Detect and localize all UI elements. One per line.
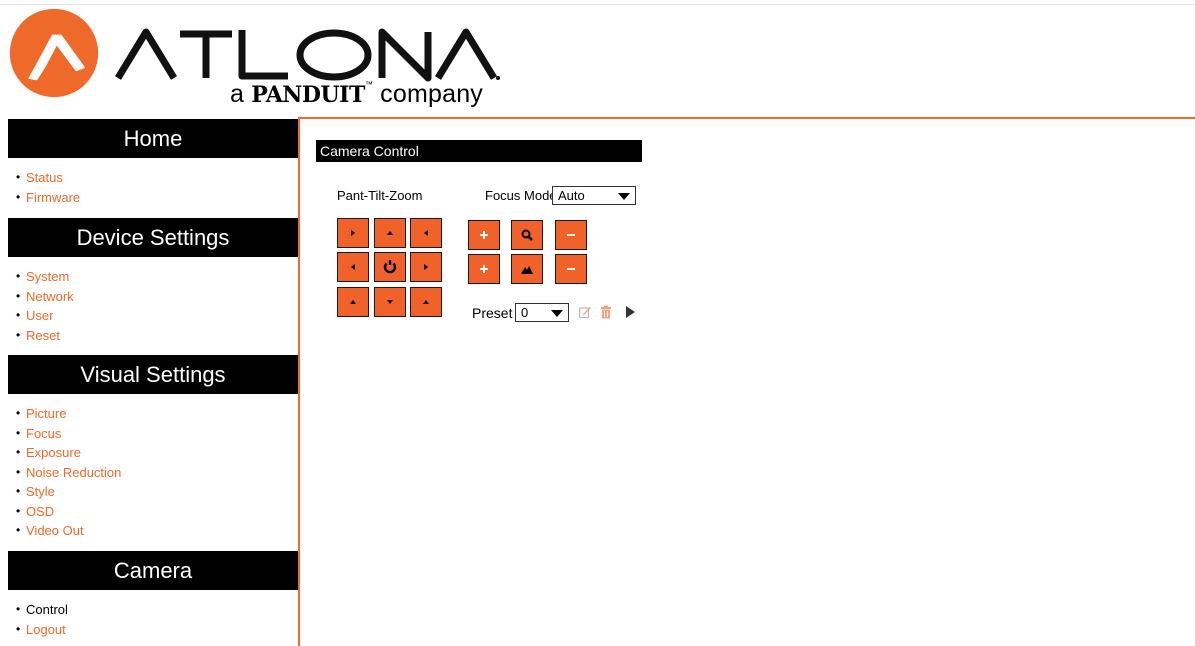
zoom-icon-button[interactable] (511, 220, 543, 250)
play-icon (626, 306, 635, 318)
sidebar-item-network[interactable]: Network (26, 289, 74, 304)
visual-settings-list: Picture Focus Exposure Noise Reduction S… (8, 394, 298, 551)
arrow-down-left-icon (350, 300, 356, 304)
list-item: Video Out (16, 521, 298, 541)
arrow-right-icon (424, 264, 428, 270)
preset-play-button[interactable] (622, 304, 638, 320)
edit-icon (578, 307, 591, 319)
trash-icon (601, 305, 611, 319)
main-content: Camera Control Pant-Tilt-Zoom Focus Mode… (300, 119, 1195, 646)
sidebar-item-firmware[interactable]: Firmware (26, 190, 80, 205)
list-item: Focus (16, 424, 298, 444)
sidebar-item-reset[interactable]: Reset (26, 328, 60, 343)
atlona-logo-icon (9, 8, 99, 98)
sidebar-item-logout[interactable]: Logout (26, 622, 66, 637)
sidebar-item-style[interactable]: Style (26, 484, 55, 499)
sidebar-nav: Home Status Firmware Device Settings Sys… (8, 119, 300, 646)
focus-mode-label: Focus Mode (485, 188, 557, 203)
preset-label: Preset (472, 305, 513, 321)
sidebar-section-home: Home (8, 119, 298, 158)
ptz-label: Pant-Tilt-Zoom (337, 188, 423, 203)
plus-icon (480, 231, 488, 239)
chevron-down-icon (551, 310, 563, 317)
list-item: Status (16, 168, 298, 188)
sidebar-item-picture[interactable]: Picture (26, 406, 66, 421)
magnifier-icon (521, 229, 533, 241)
list-item: Network (16, 287, 298, 307)
focus-mode-value: Auto (558, 188, 585, 203)
focus-icon-button[interactable] (511, 254, 543, 284)
arrow-up-icon (387, 231, 393, 235)
focus-mode-select[interactable]: Auto (552, 186, 636, 205)
sidebar-section-device-settings: Device Settings (8, 218, 298, 257)
tilt-down-button[interactable] (374, 287, 406, 317)
preset-edit-button[interactable] (577, 304, 593, 320)
zoom-in-button[interactable] (468, 220, 500, 250)
trademark-mark: ™ (364, 80, 374, 89)
header: a PANDUIT™ company (0, 0, 1195, 119)
arrow-left-icon (351, 264, 355, 270)
pan-left-button[interactable] (337, 252, 369, 282)
plus-icon (480, 265, 488, 273)
arrow-up-right-icon (424, 230, 428, 236)
page-title: Camera Control (316, 140, 642, 162)
focus-far-button[interactable] (555, 254, 587, 284)
sidebar-section-visual-settings: Visual Settings (8, 355, 298, 394)
pan-down-left-button[interactable] (337, 287, 369, 317)
mountain-icon (521, 266, 533, 274)
device-settings-list: System Network User Reset (8, 257, 298, 355)
sidebar-item-osd[interactable]: OSD (26, 504, 54, 519)
home-reset-button[interactable] (374, 252, 406, 282)
tagline-prefix: a (230, 80, 245, 108)
sidebar-item-status[interactable]: Status (26, 170, 63, 185)
pan-right-button[interactable] (410, 252, 442, 282)
arrow-down-icon (387, 300, 393, 304)
list-item: Exposure (16, 443, 298, 463)
tagline-brand: PANDUIT (251, 82, 365, 108)
focus-near-button[interactable] (468, 254, 500, 284)
pan-up-right-button[interactable] (410, 218, 442, 248)
list-item: Style (16, 482, 298, 502)
sidebar-section-camera: Camera (8, 551, 298, 590)
zoom-out-button[interactable] (555, 220, 587, 250)
sidebar-item-noise-reduction[interactable]: Noise Reduction (26, 465, 121, 480)
rotate-icon (383, 260, 397, 274)
list-item: System (16, 267, 298, 287)
logo-tagline: a PANDUIT™ company (230, 80, 483, 109)
sidebar-item-focus[interactable]: Focus (26, 426, 61, 441)
preset-delete-button[interactable] (598, 304, 614, 320)
list-item: Logout (16, 620, 298, 640)
sidebar-item-user[interactable]: User (26, 308, 53, 323)
minus-icon (567, 234, 575, 236)
sidebar-item-system[interactable]: System (26, 269, 69, 284)
camera-list: Control Logout (8, 590, 298, 639)
pan-up-left-button[interactable] (337, 218, 369, 248)
list-item: Control (16, 600, 298, 620)
list-item: User (16, 306, 298, 326)
home-list: Status Firmware (8, 158, 298, 218)
tagline-suffix: company (380, 80, 484, 108)
list-item: OSD (16, 502, 298, 522)
list-item: Reset (16, 326, 298, 346)
atlona-wordmark (115, 28, 500, 82)
arrow-up-left-icon (351, 230, 355, 236)
arrow-down-right-icon (423, 300, 429, 304)
sidebar-item-exposure[interactable]: Exposure (26, 445, 81, 460)
list-item: Picture (16, 404, 298, 424)
preset-select[interactable]: 0 (515, 303, 569, 322)
list-item: Firmware (16, 188, 298, 208)
chevron-down-icon (618, 193, 630, 200)
pan-down-right-button[interactable] (410, 287, 442, 317)
sidebar-item-video-out[interactable]: Video Out (26, 523, 84, 538)
preset-value: 0 (521, 305, 529, 320)
minus-icon (567, 268, 575, 270)
tilt-up-button[interactable] (374, 218, 406, 248)
sidebar-item-control[interactable]: Control (26, 602, 68, 617)
list-item: Noise Reduction (16, 463, 298, 483)
